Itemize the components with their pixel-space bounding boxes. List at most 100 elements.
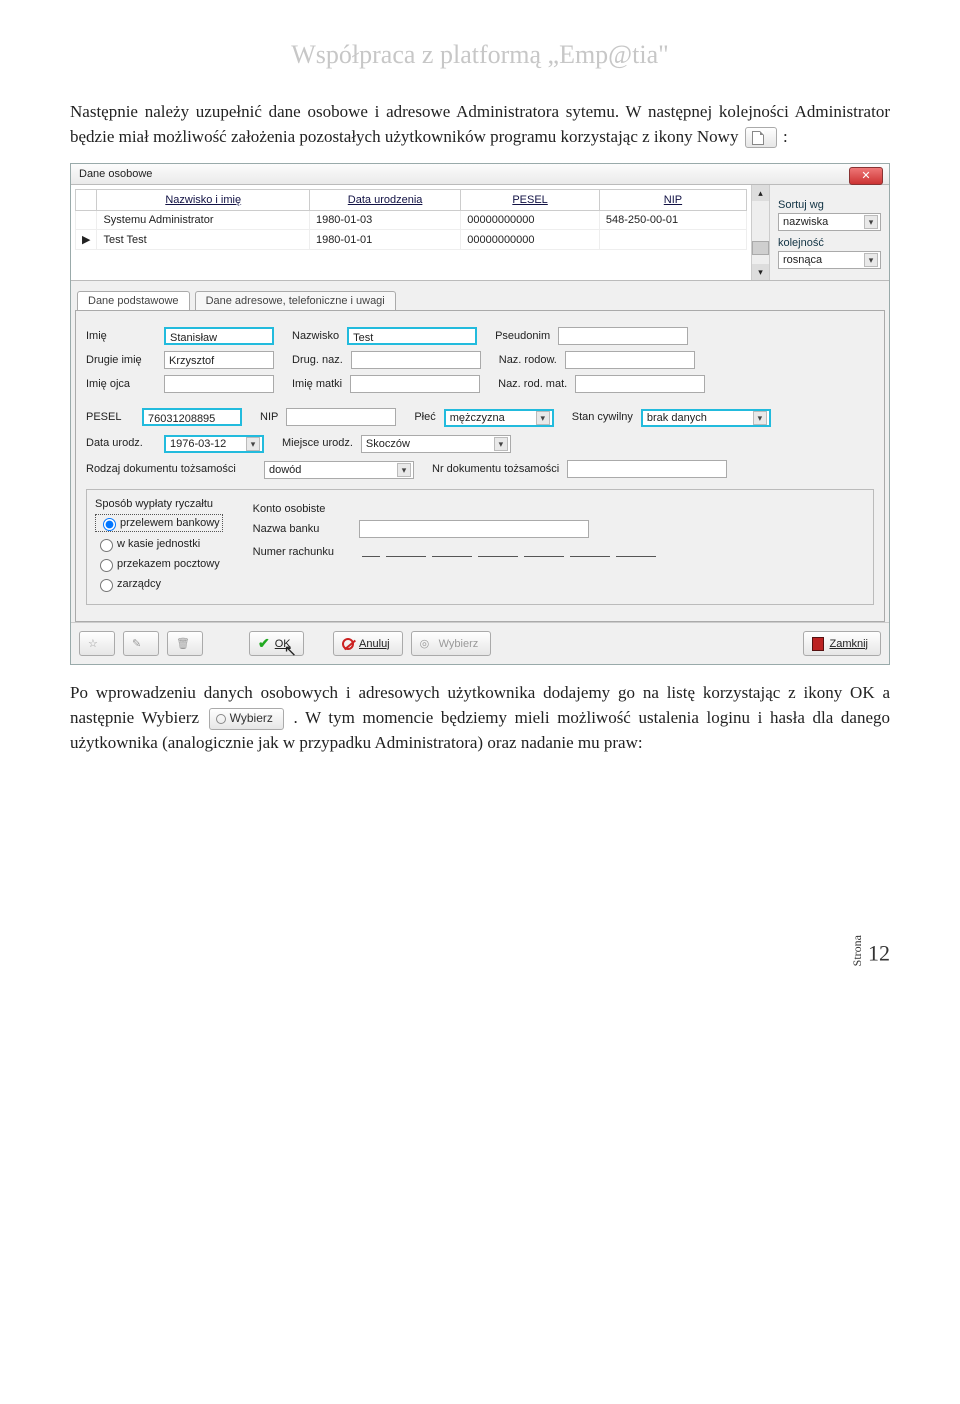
input-drug-naz[interactable]	[351, 351, 481, 369]
input-naz-rod-mat[interactable]	[575, 375, 705, 393]
col-name[interactable]: Nazwisko i imię	[97, 190, 309, 211]
grid-scrollbar[interactable]: ▴ ▾	[751, 185, 769, 280]
col-dob[interactable]: Data urodzenia	[309, 190, 460, 211]
sort-by-combo[interactable]: nazwiska▾	[778, 213, 881, 231]
para1-text-b: :	[783, 127, 788, 146]
paragraph-1: Następnie należy uzupełnić dane osobowe …	[70, 100, 890, 149]
toolbar-btn-2[interactable]: ✎	[123, 631, 159, 656]
window-titlebar: Dane osobowe ✕	[71, 164, 889, 185]
label-rodzaj-dok: Rodzaj dokumentu tożsamości	[86, 463, 256, 475]
radio-przelew[interactable]: przelewem bankowy	[95, 514, 223, 532]
doc-title: Współpraca z platformą „Emp@tia"	[70, 40, 890, 70]
window-title: Dane osobowe	[79, 168, 152, 180]
cancel-button[interactable]: Anuluj	[333, 631, 403, 656]
chevron-down-icon: ▾	[494, 437, 508, 451]
order-combo[interactable]: rosnąca▾	[778, 251, 881, 269]
label-bank: Nazwa banku	[253, 523, 353, 535]
input-bank[interactable]	[359, 520, 589, 538]
tab-address-data[interactable]: Dane adresowe, telefoniczne i uwagi	[195, 291, 396, 310]
page-label: Strona	[850, 935, 865, 966]
input-imie-ojca[interactable]	[164, 375, 274, 393]
input-nip[interactable]	[286, 408, 396, 426]
table-row[interactable]: ▶ Test Test 1980-01-01 00000000000	[76, 230, 747, 250]
input-imie[interactable]: Stanisław	[164, 327, 274, 345]
input-nr-dok[interactable]	[567, 460, 727, 478]
page-number: 12	[868, 941, 890, 966]
input-imie-matki[interactable]	[350, 375, 480, 393]
scroll-thumb[interactable]	[752, 241, 769, 255]
sort-panel: Sortuj wg nazwiska▾ kolejność rosnąca▾	[769, 185, 889, 280]
check-icon: ✔	[258, 635, 270, 652]
dialog-button-bar: ☆ ✎ 🗑 ✔OK ↖ Anuluj ◎Wybierz Zamknij	[71, 622, 889, 664]
label-pesel: PESEL	[86, 411, 134, 423]
combo-miejsce-urodz[interactable]: Skoczów▾	[361, 435, 511, 453]
chevron-down-icon: ▾	[397, 463, 411, 477]
label-imie: Imię	[86, 330, 156, 342]
chevron-down-icon: ▾	[864, 253, 878, 267]
list-icon: ☆	[88, 637, 102, 651]
order-label: kolejność	[778, 237, 881, 249]
input-nazwisko[interactable]: Test	[347, 327, 477, 345]
close-icon[interactable]: ✕	[849, 167, 883, 185]
input-rachunek[interactable]	[359, 543, 659, 560]
close-button[interactable]: Zamknij	[803, 631, 881, 656]
form-basic-data: Imię Stanisław Nazwisko Test Pseudonim D…	[75, 310, 885, 622]
label-nip: NIP	[260, 411, 278, 423]
label-imie-ojca: Imię ojca	[86, 378, 156, 390]
door-icon	[812, 637, 824, 651]
personal-data-window: Dane osobowe ✕ Nazwisko i imię Data urod…	[70, 163, 890, 665]
label-imie-matki: Imię matki	[292, 378, 342, 390]
input-pseudonim[interactable]	[558, 327, 688, 345]
scroll-down-icon[interactable]: ▾	[752, 264, 769, 280]
input-drugie-imie[interactable]: Krzysztof	[164, 351, 274, 369]
input-pesel[interactable]: 76031208895	[142, 408, 242, 426]
label-naz-rod-mat: Naz. rod. mat.	[498, 378, 567, 390]
input-naz-rodow[interactable]	[565, 351, 695, 369]
select-button[interactable]: ◎Wybierz	[411, 631, 492, 656]
label-nr-dok: Nr dokumentu tożsamości	[432, 463, 559, 475]
scroll-up-icon[interactable]: ▴	[752, 185, 769, 201]
label-pseudonim: Pseudonim	[495, 330, 550, 342]
combo-rodzaj-dok[interactable]: dowód▾	[264, 461, 414, 479]
toolbar-btn-3[interactable]: 🗑	[167, 631, 203, 656]
label-miejsce-urodz: Miejsce urodz.	[282, 437, 353, 449]
radio-przekaz[interactable]: przekazem pocztowy	[95, 556, 223, 572]
sort-by-label: Sortuj wg	[778, 199, 881, 211]
no-icon	[342, 638, 354, 650]
label-nazwisko: Nazwisko	[292, 330, 339, 342]
paragraph-2: Po wprowadzeniu danych osobowych i adres…	[70, 681, 890, 755]
page-icon	[752, 131, 764, 145]
page-footer: Strona 12	[70, 935, 890, 966]
toolbar-btn-1[interactable]: ☆	[79, 631, 115, 656]
radio-icon: ◎	[420, 637, 434, 651]
trash-icon: 🗑	[176, 637, 190, 651]
new-button-inline	[745, 127, 777, 148]
chevron-down-icon: ▾	[246, 437, 260, 451]
tab-basic-data[interactable]: Dane podstawowe	[77, 291, 190, 310]
radio-icon	[216, 714, 226, 724]
table-row[interactable]: Systemu Administrator 1980-01-03 0000000…	[76, 211, 747, 230]
bank-account-group: Konto osobiste Nazwa banku Numer rachunk…	[253, 498, 659, 596]
radio-kasa[interactable]: w kasie jednostki	[95, 536, 223, 552]
chevron-down-icon: ▾	[753, 411, 767, 425]
wybierz-button-inline: Wybierz	[209, 708, 284, 729]
tab-bar: Dane podstawowe Dane adresowe, telefonic…	[77, 291, 889, 310]
combo-stan-cywilny[interactable]: brak danych▾	[641, 409, 771, 427]
label-stan-cywilny: Stan cywilny	[572, 411, 633, 423]
label-naz-rodow: Naz. rodow.	[499, 354, 557, 366]
payment-method-group: Sposób wypłaty ryczałtu przelewem bankow…	[95, 498, 223, 596]
combo-plec[interactable]: mężczyzna▾	[444, 409, 554, 427]
cursor-icon: ↖	[284, 641, 297, 666]
chevron-down-icon: ▾	[536, 411, 550, 425]
data-grid[interactable]: Nazwisko i imię Data urodzenia PESEL NIP…	[71, 185, 751, 280]
label-rachunek: Numer rachunku	[253, 546, 353, 558]
label-plec: Płeć	[414, 411, 435, 423]
chevron-down-icon: ▾	[864, 215, 878, 229]
label-drug-naz: Drug. naz.	[292, 354, 343, 366]
col-pesel[interactable]: PESEL	[461, 190, 600, 211]
col-nip[interactable]: NIP	[599, 190, 746, 211]
combo-data-urodz[interactable]: 1976-03-12▾	[164, 435, 264, 453]
payment-method-label: Sposób wypłaty ryczałtu	[95, 498, 223, 510]
edit-icon: ✎	[132, 637, 146, 651]
radio-zarzadcy[interactable]: zarządcy	[95, 576, 223, 592]
